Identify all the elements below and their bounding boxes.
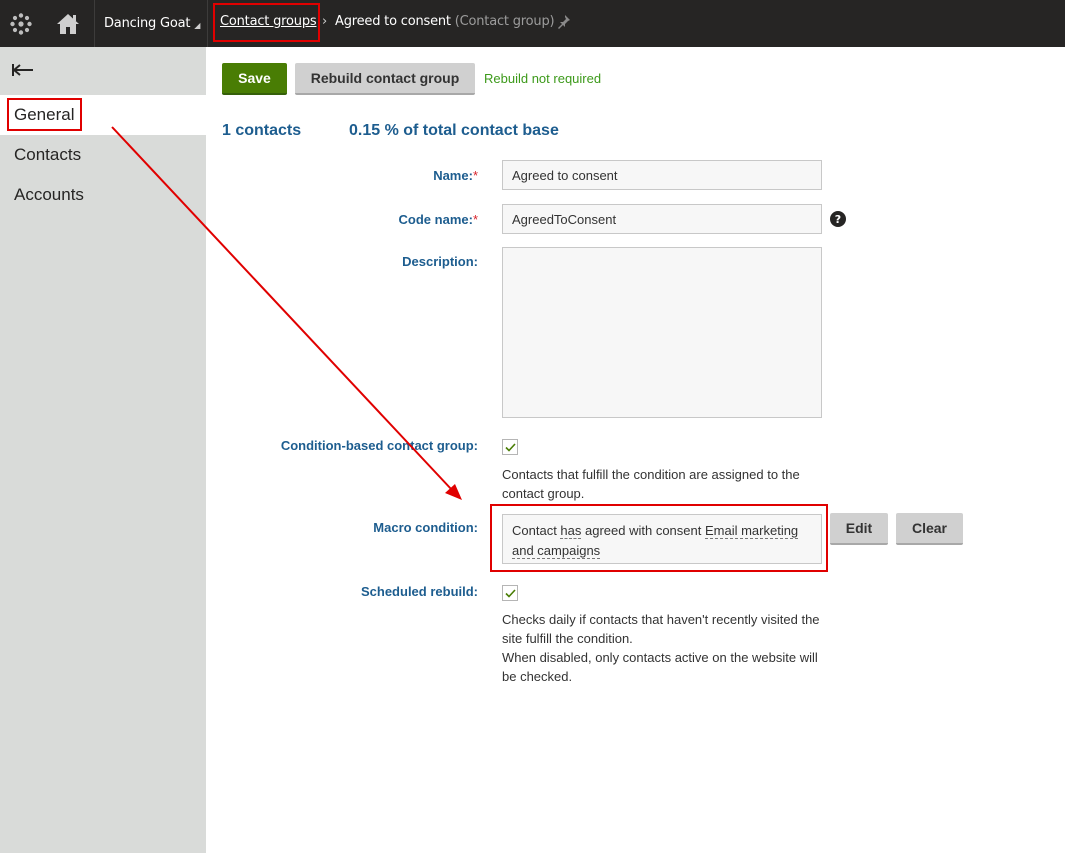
sidebar-item-contacts[interactable]: Contacts: [0, 135, 206, 175]
macro-text-1: Contact: [512, 523, 561, 538]
macro-condition-field[interactable]: Contact has agreed with consent Email ma…: [502, 514, 822, 564]
sidebar: General Contacts Accounts: [0, 47, 206, 853]
name-label-text: Name:: [433, 168, 473, 183]
description-textarea[interactable]: [502, 247, 822, 418]
macro-text-3: agreed with consent: [581, 523, 705, 538]
scheduled-rebuild-text-1: Checks daily if contacts that haven't re…: [502, 612, 820, 646]
contacts-count: 1 contacts: [222, 122, 302, 139]
breadcrumb-separator: ›: [322, 14, 328, 29]
name-label: Name:*: [433, 168, 478, 183]
scheduled-rebuild-text-2: When disabled, only contacts active on t…: [502, 650, 818, 684]
macro-condition-label: Macro condition:: [373, 520, 478, 535]
help-icon[interactable]: ?: [830, 211, 846, 227]
save-button[interactable]: Save: [222, 63, 287, 95]
home-icon[interactable]: [42, 0, 94, 47]
pin-icon[interactable]: [557, 14, 571, 30]
site-selector[interactable]: Dancing Goat ◢: [94, 0, 208, 47]
caret-down-icon: ◢: [194, 21, 201, 30]
back-arrow-icon: [11, 62, 35, 81]
rebuild-status: Rebuild not required: [484, 71, 602, 86]
kentico-logo-icon[interactable]: [0, 0, 42, 47]
breadcrumb-current-type: (Contact group): [454, 14, 555, 29]
scheduled-rebuild-explanation: Checks daily if contacts that haven't re…: [502, 610, 824, 686]
rebuild-contact-group-button[interactable]: Rebuild contact group: [295, 63, 475, 95]
contact-base-share: 0.15 % of total contact base: [349, 122, 559, 139]
breadcrumb-current: Agreed to consent (Contact group): [335, 14, 555, 29]
breadcrumb-contact-groups[interactable]: Contact groups: [220, 14, 317, 29]
condition-based-explanation: Contacts that fulfill the condition are …: [502, 467, 800, 501]
checkmark-icon: [504, 442, 516, 452]
code-name-input[interactable]: AgreedToConsent: [502, 204, 822, 234]
back-button[interactable]: [0, 47, 206, 95]
sidebar-item-general[interactable]: General: [0, 95, 206, 135]
breadcrumb-current-title: Agreed to consent: [335, 14, 451, 29]
checkmark-icon: [504, 588, 516, 598]
name-input[interactable]: Agreed to consent: [502, 160, 822, 190]
code-name-label: Code name:*: [399, 212, 478, 227]
required-mark: *: [472, 168, 478, 183]
top-bar: Dancing Goat ◢ Contact groups › Agreed t…: [0, 0, 1065, 47]
edit-macro-button[interactable]: Edit: [830, 513, 888, 545]
sidebar-item-accounts[interactable]: Accounts: [0, 175, 206, 215]
clear-macro-button[interactable]: Clear: [896, 513, 963, 545]
condition-based-checkbox[interactable]: [502, 439, 518, 455]
scheduled-rebuild-label: Scheduled rebuild:: [360, 584, 478, 599]
description-label: Description:: [402, 254, 478, 269]
required-mark: *: [472, 212, 478, 227]
code-name-label-text: Code name:: [398, 212, 473, 227]
condition-based-label: Condition-based contact group:: [280, 438, 478, 453]
site-name: Dancing Goat: [104, 16, 191, 31]
macro-text-has: has: [560, 523, 582, 539]
scheduled-rebuild-checkbox[interactable]: [502, 585, 518, 601]
